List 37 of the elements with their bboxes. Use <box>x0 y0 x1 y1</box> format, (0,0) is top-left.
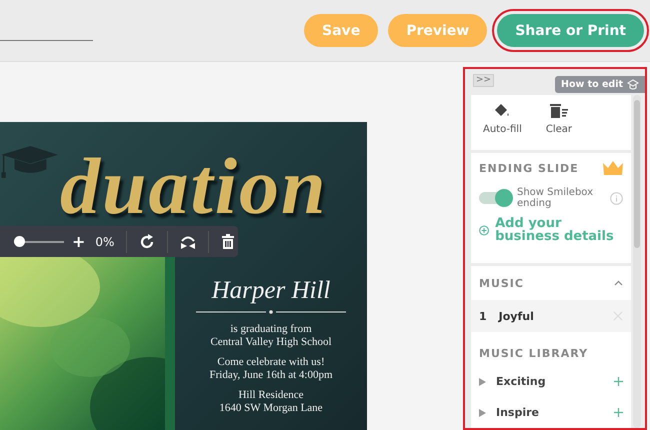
track-name: Joyful <box>498 310 534 322</box>
section-title: MUSIC LIBRARY <box>479 346 588 360</box>
play-icon <box>479 378 486 386</box>
plus-icon[interactable] <box>614 408 623 417</box>
tool-button[interactable]: Clear <box>546 103 572 142</box>
library-item[interactable]: Exciting <box>471 366 631 397</box>
plus-icon[interactable] <box>614 377 623 386</box>
graduation-cap-icon <box>0 144 58 180</box>
invitation-text: Central Valley High School <box>210 336 332 349</box>
track-number: 1 <box>479 310 487 322</box>
scrollbar[interactable] <box>633 95 641 428</box>
zoom-in-button[interactable]: + <box>72 232 86 251</box>
invitation-text: Friday, June 16th at 4:00pm <box>209 369 333 382</box>
toggle-switch[interactable] <box>479 192 511 204</box>
trash-icon <box>548 103 569 119</box>
flip-icon[interactable] <box>180 234 196 250</box>
plus-circle-icon <box>479 222 490 238</box>
crown-icon <box>603 161 623 175</box>
zoom-reading: 0% <box>95 234 114 248</box>
section-title: MUSIC <box>479 276 524 290</box>
info-icon <box>610 192 623 204</box>
rotate-icon[interactable] <box>139 234 156 250</box>
library-item[interactable]: Inspire <box>471 397 631 428</box>
trash-icon[interactable] <box>221 234 236 250</box>
graduate-name: Harper Hill <box>212 277 330 305</box>
section-title: ENDING SLIDE <box>479 162 579 174</box>
invitation-text: 1640 SW Morgan Lane <box>219 402 323 415</box>
play-icon <box>479 408 486 416</box>
card-title: duation <box>60 142 328 233</box>
invitation-text: Hill Residence <box>238 389 304 402</box>
invitation-text: is graduating from <box>230 323 312 336</box>
invitation-text: Come celebrate with us! <box>217 356 325 369</box>
caret-icon[interactable] <box>614 280 623 286</box>
graduation-cap-icon <box>627 78 639 90</box>
toggle-label: Show Smilebox ending <box>517 187 594 209</box>
track-row[interactable]: 1 Joyful <box>471 300 631 332</box>
tool-button[interactable]: Auto-fill <box>483 103 522 142</box>
